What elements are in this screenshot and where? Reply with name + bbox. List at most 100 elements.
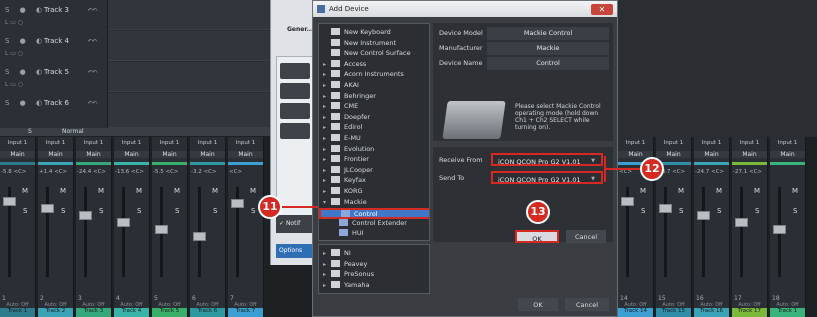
- channel-fader[interactable]: [122, 187, 125, 277]
- fader-cap[interactable]: [117, 218, 130, 227]
- solo-button[interactable]: S: [23, 207, 27, 215]
- expand-arrow-icon[interactable]: ▸: [323, 156, 331, 163]
- fader-cap[interactable]: [659, 204, 672, 213]
- solo-button[interactable]: S: [175, 207, 179, 215]
- channel-pan[interactable]: -5.8 <C>: [1, 169, 27, 175]
- fader-cap[interactable]: [773, 225, 786, 234]
- mixer-channel[interactable]: Input 1 Main -5.8 <C> M S 1 Auto: Off Track 1: [0, 137, 36, 317]
- device-list-item[interactable]: ▾ Mackie: [319, 197, 429, 209]
- solo-button[interactable]: S: [61, 207, 65, 215]
- channel-output[interactable]: Main: [152, 151, 187, 158]
- notifications-option[interactable]: ✓ Notif: [276, 215, 315, 233]
- options-button[interactable]: Options: [276, 244, 315, 258]
- device-list-item[interactable]: ▸ E-MU: [319, 134, 429, 145]
- channel-fader[interactable]: [702, 187, 705, 277]
- device-list-item[interactable]: ▸ KORG: [319, 187, 429, 198]
- expand-arrow-icon[interactable]: ▸: [323, 146, 331, 153]
- device-list-item[interactable]: Control Extender: [319, 218, 429, 230]
- track-row[interactable]: S ● ◐ Track 3 ᨓ L ▭ ○: [0, 0, 270, 30]
- channel-fader[interactable]: [740, 187, 743, 277]
- channel-input[interactable]: Input 1: [114, 140, 149, 146]
- channel-fader[interactable]: [664, 187, 667, 277]
- channel-output[interactable]: Main: [770, 151, 805, 158]
- record-monitor-buttons[interactable]: S ● ◐: [5, 99, 46, 107]
- channel-pan[interactable]: +1.4 <C>: [39, 169, 67, 175]
- device-list-item[interactable]: ▸ NI: [319, 249, 431, 260]
- channel-output[interactable]: Main: [114, 151, 149, 158]
- mixer-channel[interactable]: Input 1 Main +1.4 <C> M S 2 Auto: Off Track 2: [38, 137, 74, 317]
- device-list-item[interactable]: New Keyboard: [319, 28, 429, 39]
- mute-button[interactable]: M: [792, 187, 798, 195]
- cancel-button-bottom[interactable]: Cancel: [565, 298, 609, 311]
- device-list-item[interactable]: ▸ Yamaha: [319, 280, 431, 292]
- channel-pan[interactable]: -3.2 <C>: [191, 169, 217, 175]
- device-list-item[interactable]: ▸ AKAI: [319, 81, 429, 92]
- mute-button[interactable]: M: [250, 187, 256, 195]
- mute-button[interactable]: M: [98, 187, 104, 195]
- channel-input[interactable]: Input 1: [694, 140, 729, 146]
- fader-cap[interactable]: [41, 204, 54, 213]
- fader-cap[interactable]: [697, 211, 710, 220]
- record-monitor-buttons[interactable]: S ● ◐: [5, 6, 46, 14]
- mixer-channel[interactable]: Input 1 Main M S 18 Auto: Off Track 1: [770, 137, 806, 317]
- expand-arrow-icon[interactable]: ▸: [323, 282, 331, 289]
- device-list[interactable]: New Keyboard New Instrument New Control Su…: [318, 23, 430, 241]
- solo-button[interactable]: S: [679, 207, 683, 215]
- mixer-channel[interactable]: Input 1 Main -24.7 <C> M S 16 Auto: Off Track 1…: [694, 137, 730, 317]
- channel-input[interactable]: Input 1: [228, 140, 263, 146]
- device-list-item[interactable]: ▸ Doepfer: [319, 112, 429, 124]
- solo-button[interactable]: S: [717, 207, 721, 215]
- device-list-lower[interactable]: ▸ NI ▸ Peavey ▸ PreSonus ▸ Yamaha: [318, 244, 430, 294]
- mute-button[interactable]: M: [60, 187, 66, 195]
- expand-arrow-icon[interactable]: ▸: [323, 167, 331, 174]
- channel-fader[interactable]: [46, 187, 49, 277]
- device-list-item[interactable]: ▸ Behringer: [319, 91, 429, 103]
- device-list-item[interactable]: ▸ JLCooper: [319, 165, 429, 177]
- expand-arrow-icon[interactable]: ▸: [323, 188, 331, 195]
- track-row[interactable]: S ● ◐ Track 6 ᨓ: [0, 93, 270, 128]
- channel-output[interactable]: Main: [0, 151, 35, 158]
- expand-arrow-icon[interactable]: ▸: [323, 250, 331, 257]
- solo-button[interactable]: S: [99, 207, 103, 215]
- channel-output[interactable]: Main: [694, 151, 729, 158]
- list-item[interactable]: [280, 63, 310, 79]
- device-list-item[interactable]: ▸ Acorn Instruments: [319, 70, 429, 81]
- mute-button[interactable]: M: [754, 187, 760, 195]
- channel-input[interactable]: Input 1: [770, 140, 805, 146]
- list-item[interactable]: [280, 83, 310, 99]
- channel-pan[interactable]: -24.4 <C>: [77, 169, 106, 175]
- mixer-channel[interactable]: Input 1 Main -13.6 <C> M S 4 Auto: Off Track 4: [114, 137, 150, 317]
- track-header[interactable]: S ● ◐ Track 4 ᨓ L ▭ ○: [0, 31, 108, 61]
- device-list-item[interactable]: ▸ Evolution: [319, 144, 429, 156]
- track-row[interactable]: S ● ◐ Track 4 ᨓ L ▭ ○: [0, 31, 270, 61]
- cancel-button[interactable]: Cancel: [566, 230, 606, 243]
- mixer-channel[interactable]: Input 1 Main -24.4 <C> M S 3 Auto: Off Track 3: [76, 137, 112, 317]
- device-list-item[interactable]: ▸ Access: [319, 59, 429, 71]
- mute-button[interactable]: M: [136, 187, 142, 195]
- device-list-item[interactable]: HUI: [319, 229, 429, 240]
- expand-arrow-icon[interactable]: ▸: [323, 93, 331, 100]
- list-item[interactable]: [280, 123, 310, 139]
- solo-button[interactable]: S: [793, 207, 797, 215]
- mute-button[interactable]: M: [22, 187, 28, 195]
- channel-pan[interactable]: -24.7 <C>: [695, 169, 724, 175]
- device-list-item[interactable]: New Control Surface: [319, 49, 429, 60]
- track-header[interactable]: S ● ◐ Track 6 ᨓ: [0, 93, 108, 128]
- fader-cap[interactable]: [193, 232, 206, 241]
- expand-arrow-icon[interactable]: ▸: [323, 114, 331, 121]
- channel-output[interactable]: Main: [732, 151, 767, 158]
- channel-output[interactable]: Main: [190, 151, 225, 158]
- mute-button[interactable]: M: [212, 187, 218, 195]
- ok-button-bottom[interactable]: OK: [518, 298, 558, 311]
- receive-from-select[interactable]: iCON QCON Pro G2 V1.01 ▼: [491, 153, 603, 166]
- device-list-item[interactable]: ▸ Peavey: [319, 259, 431, 271]
- expand-arrow-icon[interactable]: ▸: [323, 261, 331, 268]
- channel-output[interactable]: Main: [228, 151, 263, 158]
- mute-button[interactable]: M: [174, 187, 180, 195]
- record-monitor-buttons[interactable]: S ● ◐: [5, 37, 46, 45]
- device-list-item[interactable]: Control: [319, 208, 429, 220]
- device-list-item[interactable]: ▸ CME: [319, 102, 429, 113]
- channel-input[interactable]: Input 1: [732, 140, 767, 146]
- channel-output[interactable]: Main: [76, 151, 111, 158]
- solo-button[interactable]: S: [137, 207, 141, 215]
